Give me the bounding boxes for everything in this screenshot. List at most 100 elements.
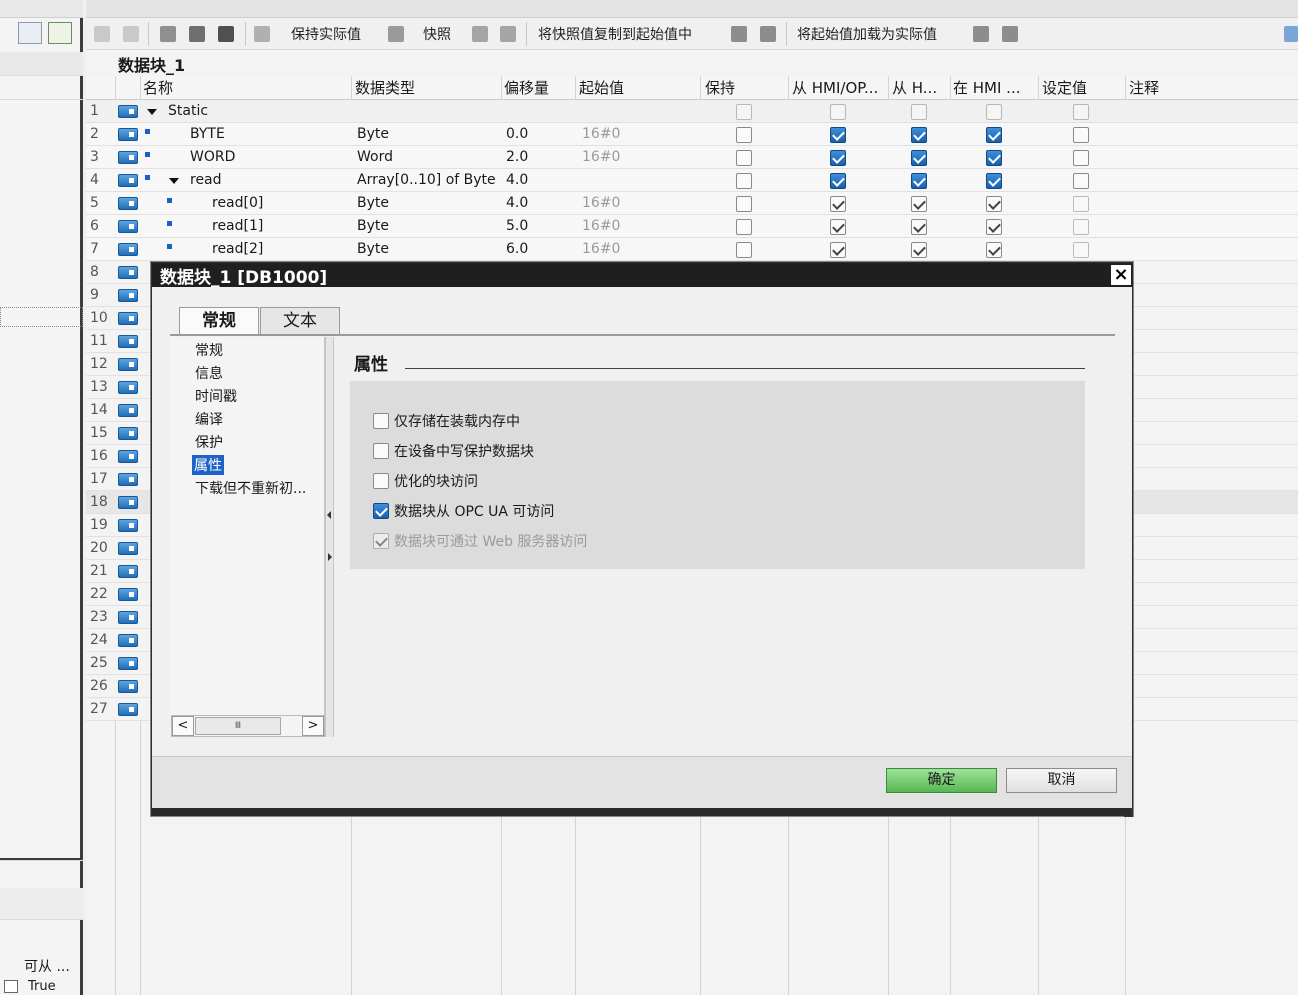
cell-offset[interactable]: 5.0	[506, 218, 528, 234]
row-checkbox[interactable]	[736, 196, 752, 212]
row-checkbox[interactable]	[911, 196, 927, 212]
expand-all-icon[interactable]	[160, 26, 176, 42]
cell-start-value[interactable]: 16#0	[582, 126, 620, 142]
row-checkbox[interactable]	[830, 104, 846, 120]
nav-item-timestamps[interactable]: 时间戳	[195, 386, 237, 406]
column-header-setpoint[interactable]: 设定值	[1042, 77, 1087, 98]
row-checkbox[interactable]	[830, 127, 846, 143]
load-start-as-actual-button[interactable]: 将起始值加载为实际值	[797, 24, 937, 44]
row-checkbox[interactable]	[1073, 104, 1089, 120]
nav-item-information[interactable]: 信息	[195, 363, 223, 383]
row-checkbox[interactable]	[986, 219, 1002, 235]
nav-item-attributes[interactable]: 属性	[192, 455, 224, 475]
cell-name[interactable]: BYTE	[190, 126, 225, 142]
row-checkbox[interactable]	[986, 127, 1002, 143]
load-icon[interactable]	[973, 26, 989, 42]
row-checkbox[interactable]	[736, 242, 752, 258]
row-checkbox[interactable]	[986, 150, 1002, 166]
cell-offset[interactable]: 4.0	[506, 172, 528, 188]
nav-item-compilation[interactable]: 编译	[195, 409, 223, 429]
nav-item-general[interactable]: 常规	[195, 340, 223, 360]
cell-name[interactable]: read[1]	[212, 218, 263, 234]
cell-offset[interactable]: 4.0	[506, 195, 528, 211]
row-checkbox[interactable]	[736, 104, 752, 120]
monitor-glasses-icon[interactable]	[254, 26, 270, 42]
scroll-thumb[interactable]: Ⅲ	[195, 717, 281, 735]
add-row-icon[interactable]	[123, 26, 139, 42]
cell-name[interactable]: read[2]	[212, 241, 263, 257]
row-checkbox[interactable]	[1073, 127, 1089, 143]
row-checkbox[interactable]	[911, 150, 927, 166]
copy-start-icon[interactable]	[731, 26, 747, 42]
tab-text[interactable]: 文本	[260, 307, 340, 335]
copy-start-icon-2[interactable]	[760, 26, 776, 42]
cell-datatype[interactable]: Byte	[357, 195, 389, 211]
keep-actual-icon[interactable]	[388, 26, 404, 42]
row-checkbox[interactable]	[911, 127, 927, 143]
row-checkbox[interactable]	[830, 150, 846, 166]
expand-triangle-icon[interactable]	[169, 178, 179, 184]
load-icon-2[interactable]	[1002, 26, 1018, 42]
column-header-writable-hmi[interactable]: 从 H...	[892, 77, 937, 98]
option-checkbox-write-protect[interactable]	[373, 443, 389, 459]
keep-actual-values-button[interactable]: 保持实际值	[291, 24, 361, 44]
row-checkbox[interactable]	[911, 219, 927, 235]
cell-start-value[interactable]: 16#0	[582, 218, 620, 234]
row-checkbox[interactable]	[736, 173, 752, 189]
row-checkbox[interactable]	[830, 219, 846, 235]
detail-view-button[interactable]	[48, 22, 72, 44]
expand-arrow-icon[interactable]	[328, 553, 332, 561]
snapshot-icon[interactable]	[472, 26, 488, 42]
row-checkbox[interactable]	[830, 242, 846, 258]
collapse-all-icon[interactable]	[189, 26, 205, 42]
cell-datatype[interactable]: Byte	[357, 241, 389, 257]
insert-row-icon[interactable]	[94, 26, 110, 42]
snapshot-button[interactable]: 快照	[423, 24, 451, 44]
nav-item-download-without-reinit[interactable]: 下载但不重新初...	[195, 478, 306, 498]
copy-snapshot-to-start-button[interactable]: 将快照值复制到起始值中	[538, 24, 692, 44]
row-checkbox[interactable]	[1073, 242, 1089, 258]
resize-grip-icon[interactable]	[1124, 808, 1133, 817]
panel-toggle-icon[interactable]	[1284, 26, 1298, 42]
cell-offset[interactable]: 2.0	[506, 149, 528, 165]
row-checkbox[interactable]	[911, 104, 927, 120]
cell-name[interactable]: read[0]	[212, 195, 263, 211]
nav-item-protection[interactable]: 保护	[195, 432, 223, 452]
table-row[interactable]	[86, 215, 1298, 238]
expand-triangle-icon[interactable]	[147, 109, 157, 115]
row-checkbox[interactable]	[736, 150, 752, 166]
option-checkbox-opc-ua[interactable]	[373, 503, 389, 519]
ok-button[interactable]: 确定	[886, 768, 997, 793]
close-icon[interactable]: ×	[1111, 265, 1131, 285]
table-row[interactable]	[86, 146, 1298, 169]
cell-datatype[interactable]: Byte	[357, 126, 389, 142]
column-header-name[interactable]: 名称	[143, 77, 173, 98]
table-row[interactable]	[86, 100, 1298, 123]
option-checkbox-load-memory-only[interactable]	[373, 413, 389, 429]
row-checkbox[interactable]	[830, 173, 846, 189]
cell-datatype[interactable]: Byte	[357, 218, 389, 234]
cell-name[interactable]: WORD	[190, 149, 235, 165]
table-row[interactable]	[86, 169, 1298, 192]
table-row[interactable]	[86, 192, 1298, 215]
row-checkbox[interactable]	[911, 173, 927, 189]
row-checkbox[interactable]	[830, 196, 846, 212]
table-row[interactable]	[86, 123, 1298, 146]
column-header-visible-hmi[interactable]: 在 HMI ...	[953, 77, 1021, 98]
column-header-offset[interactable]: 偏移量	[504, 77, 549, 98]
left-pane-selected-row[interactable]	[0, 307, 83, 327]
cell-offset[interactable]: 6.0	[506, 241, 528, 257]
cell-start-value[interactable]: 16#0	[582, 195, 620, 211]
cell-datatype[interactable]: Word	[357, 149, 393, 165]
column-header-accessible-hmi[interactable]: 从 HMI/OP...	[792, 77, 878, 98]
cell-datatype[interactable]: Array[0..10] of Byte	[357, 172, 496, 188]
scroll-left-button[interactable]: <	[172, 716, 194, 736]
row-checkbox[interactable]	[736, 219, 752, 235]
row-checkbox[interactable]	[1073, 173, 1089, 189]
cell-name[interactable]: Static	[168, 103, 208, 119]
row-checkbox[interactable]	[986, 196, 1002, 212]
row-checkbox[interactable]	[1073, 219, 1089, 235]
nav-splitter[interactable]	[325, 337, 334, 737]
cell-start-value[interactable]: 16#0	[582, 149, 620, 165]
row-checkbox[interactable]	[1073, 150, 1089, 166]
